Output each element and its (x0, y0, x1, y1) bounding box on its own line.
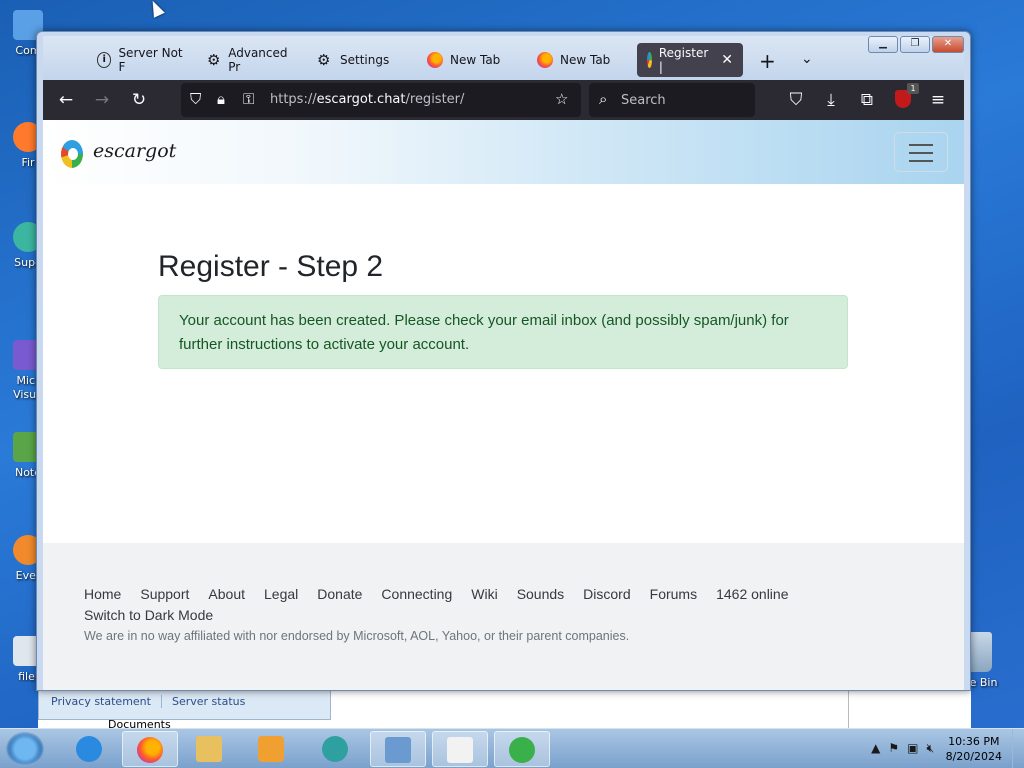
tab-settings[interactable]: ⚙ Settings (307, 43, 415, 77)
server-status-link[interactable]: Server status (160, 695, 245, 708)
key-icon[interactable]: ⚿ (243, 90, 254, 108)
footer-nav: Home Support About Legal Donate Connecti… (84, 586, 789, 602)
navigation-toolbar: ← → ↻ ⛉ 🔒︎ ⚿ https://escargot.chat/regis… (43, 80, 964, 120)
start-button[interactable] (6, 732, 44, 766)
firefox-icon (427, 52, 443, 68)
firefox-icon (137, 737, 163, 763)
extension-badge: 1 (907, 83, 919, 94)
clock-time: 10:36 PM (948, 735, 1000, 748)
page-viewport: escargot Register - Step 2 Your account … (43, 120, 964, 690)
bookmark-star-icon[interactable]: ☆ (555, 90, 568, 108)
escargot-icon (647, 52, 652, 68)
maximize-button[interactable]: ❐ (900, 36, 930, 53)
footer-disclaimer: We are in no way affiliated with nor end… (84, 629, 630, 643)
tab-advanced-preferences[interactable]: ⚙ Advanced Pr (197, 43, 305, 77)
reload-button[interactable]: ↻ (128, 89, 150, 111)
taskbar-control-panel[interactable] (370, 731, 426, 767)
tab-bar: i Server Not F ⚙ Advanced Pr ⚙ Settings … (43, 36, 964, 80)
site-footer: Home Support About Legal Donate Connecti… (43, 543, 964, 690)
extensions-icon[interactable]: ⧉ (856, 89, 878, 111)
success-alert: Your account has been created. Please ch… (158, 295, 848, 369)
background-window-pane (331, 690, 971, 731)
search-placeholder: Search (621, 93, 666, 108)
background-window-links: Privacy statement Server status (38, 690, 331, 720)
menu-icon[interactable]: ≡ (927, 89, 949, 111)
clock[interactable]: 10:36 PM 8/20/2024 (946, 734, 1002, 764)
footer-link-forums[interactable]: Forums (650, 586, 697, 602)
media-player-icon (258, 736, 284, 762)
search-icon: ⌕ (599, 90, 608, 108)
shield-icon[interactable]: ⛉ (190, 90, 201, 108)
app-icon (322, 736, 348, 762)
network-icon[interactable]: ▣ (907, 741, 918, 756)
taskbar-internet-explorer[interactable] (62, 731, 118, 767)
action-center-flag-icon[interactable]: ⚑ (888, 741, 899, 756)
taskbar-task-list[interactable] (432, 731, 488, 767)
show-hidden-icons-icon[interactable]: ▲ (871, 741, 880, 756)
footer-link-connecting[interactable]: Connecting (381, 586, 452, 602)
volume-muted-icon[interactable]: 🔇︎ (926, 741, 934, 756)
taskbar-explorer[interactable] (182, 731, 238, 767)
pocket-icon[interactable]: ⛉ (785, 89, 807, 111)
page-title: Register - Step 2 (158, 250, 384, 283)
footer-link-support[interactable]: Support (140, 586, 189, 602)
tab-new-tab-1[interactable]: New Tab (417, 43, 525, 77)
footer-link-sounds[interactable]: Sounds (517, 586, 564, 602)
tab-list-button[interactable]: ⌄ (801, 51, 813, 67)
url-text[interactable]: https://escargot.chat/register/ (270, 92, 464, 107)
footer-link-wiki[interactable]: Wiki (471, 586, 497, 602)
internet-explorer-icon (76, 736, 102, 762)
close-window-button[interactable]: ✕ (932, 36, 964, 53)
footer-link-discord[interactable]: Discord (583, 586, 630, 602)
folder-icon (196, 736, 222, 762)
clock-date: 8/20/2024 (945, 750, 1002, 763)
privacy-statement-link[interactable]: Privacy statement (51, 695, 151, 708)
taskbar-messenger[interactable] (494, 731, 550, 767)
site-header: escargot (43, 120, 964, 184)
search-bar[interactable]: ⌕ Search (589, 83, 755, 117)
taskbar-firefox[interactable] (122, 731, 178, 767)
downloads-icon[interactable]: ⤓ (820, 89, 842, 111)
dark-mode-toggle[interactable]: Switch to Dark Mode (84, 607, 213, 623)
firefox-window: i Server Not F ⚙ Advanced Pr ⚙ Settings … (36, 31, 971, 691)
new-tab-button[interactable]: + (759, 49, 776, 73)
control-panel-icon (385, 737, 411, 763)
footer-link-about[interactable]: About (208, 586, 245, 602)
close-tab-icon[interactable]: ✕ (721, 52, 733, 68)
escargot-logo-icon[interactable] (61, 140, 83, 168)
footer-link-donate[interactable]: Donate (317, 586, 362, 602)
site-menu-toggle[interactable] (894, 132, 948, 172)
lock-icon[interactable]: 🔒︎ (217, 90, 225, 108)
window-controls: ▁ ❐ ✕ (868, 36, 964, 53)
firefox-icon (537, 52, 553, 68)
online-count: 1462 online (716, 586, 789, 602)
footer-link-legal[interactable]: Legal (264, 586, 298, 602)
tab-register[interactable]: Register | ✕ (637, 43, 743, 77)
taskbar: ▲ ⚑ ▣ 🔇︎ 10:36 PM 8/20/2024 (0, 728, 1024, 768)
messenger-icon (509, 737, 535, 763)
taskbar-media-player[interactable] (244, 731, 300, 767)
gear-icon: ⚙ (317, 51, 331, 69)
mouse-cursor (147, 0, 165, 18)
info-icon: i (97, 52, 112, 68)
footer-link-home[interactable]: Home (84, 586, 121, 602)
tab-server-not-found[interactable]: i Server Not F (87, 43, 195, 77)
show-desktop-button[interactable] (1012, 729, 1024, 768)
site-brand[interactable]: escargot (93, 140, 176, 162)
list-icon (447, 737, 473, 763)
tab-new-tab-2[interactable]: New Tab (527, 43, 635, 77)
address-bar[interactable]: ⛉ 🔒︎ ⚿ https://escargot.chat/register/ ☆ (181, 83, 581, 117)
taskbar-app-teal[interactable] (308, 731, 364, 767)
forward-button[interactable]: → (91, 89, 113, 111)
gear-icon: ⚙ (207, 51, 221, 69)
minimize-button[interactable]: ▁ (868, 36, 898, 53)
back-button[interactable]: ← (55, 89, 77, 111)
